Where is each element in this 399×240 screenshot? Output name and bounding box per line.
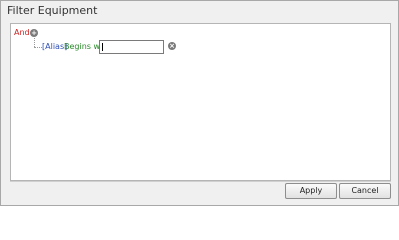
dialog-title: Filter Equipment [7, 4, 98, 17]
button-separator [10, 181, 391, 182]
group-operator[interactable]: And [14, 28, 30, 37]
cancel-button[interactable]: Cancel [339, 183, 391, 199]
apply-button[interactable]: Apply [285, 183, 337, 199]
remove-condition-icon[interactable]: × [168, 42, 176, 50]
text-caret [102, 43, 103, 51]
tree-connector-horizontal [34, 47, 42, 48]
tree-connector-vertical [34, 38, 35, 47]
add-condition-icon[interactable]: + [30, 29, 38, 37]
filter-editor-panel: And + [Alias] Begins with × [10, 23, 391, 181]
title-bar: Filter Equipment [1, 1, 398, 21]
filter-dialog: Filter Equipment And + [Alias] Begins wi… [0, 0, 399, 206]
condition-value-input[interactable] [99, 40, 164, 54]
